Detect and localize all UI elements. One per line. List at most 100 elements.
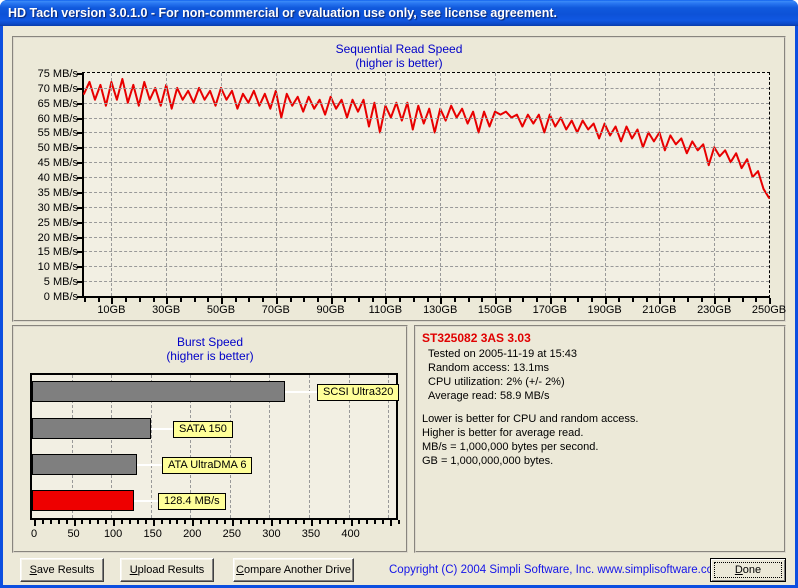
x-tick-mark [73,520,76,526]
y-tick-label: 25 MB/s [37,216,78,229]
x-tick-label: 150GB [477,304,513,316]
x-tick-mark [248,298,251,302]
y-tick-label: 30 MB/s [37,201,78,214]
x-tick-label: 50 [67,528,80,540]
x-tick-mark [289,298,292,302]
x-tick-mark [168,520,171,524]
h-gridline [84,206,769,208]
x-tick-mark [136,520,139,524]
y-tick-label: 35 MB/s [37,186,78,199]
x-tick-label: 150 [143,528,162,540]
title-bar[interactable]: HD Tach version 3.0.1.0 - For non-commer… [0,0,798,26]
x-tick-mark [65,520,68,524]
callout-connector [285,391,317,393]
x-tick-mark [97,520,100,524]
burst-bar [32,418,151,439]
sequential-read-chart [82,72,770,298]
upload-results-button[interactable]: Upload Results [120,558,214,582]
h-gridline [84,236,769,238]
y-tick-label: 20 MB/s [37,231,78,244]
x-tick-label: 100 [103,528,123,540]
x-tick-mark [223,520,226,524]
x-tick-mark [192,520,195,526]
x-tick-label: 110GB [368,304,403,316]
y-tick-label: 45 MB/s [37,157,78,170]
x-tick-mark [727,298,730,302]
h-gridline [84,117,769,119]
h-gridline [84,102,769,104]
x-tick-mark [262,298,265,302]
window-title: HD Tach version 3.0.1.0 - For non-commer… [8,6,558,20]
note-line: Lower is better for CPU and random acces… [422,413,639,425]
save-results-button[interactable]: Save Results [20,558,104,582]
x-tick-mark [741,298,744,302]
burst-chart-title: Burst Speed [176,335,244,349]
x-tick-mark [208,520,211,524]
x-tick-mark [632,298,634,302]
x-tick-mark [645,298,648,302]
v-gridline [495,73,496,296]
x-tick-mark [673,298,676,302]
x-tick-mark [128,520,131,524]
y-tick-label: 60 MB/s [37,112,78,125]
x-tick-mark [310,520,313,526]
x-tick-mark [536,298,539,302]
stat-line: CPU utilization: 2% (+/- 2%) [428,376,565,388]
burst-x-axis-labels: 0 50 100 150 200 250 300 350 400 [31,528,400,542]
x-tick-mark [184,520,187,524]
x-tick-label: 70GB [261,304,290,316]
x-tick-mark [138,298,141,302]
x-tick-mark [160,520,163,524]
burst-speed-panel: Burst Speed (higher is better) SCSI Ultr… [12,325,408,553]
bar-label: SATA 150 [173,421,233,438]
x-tick-label: 170GB [532,304,567,316]
x-tick-mark [84,298,86,302]
x-tick-mark [398,520,400,524]
x-tick-mark [216,520,218,524]
x-tick-mark [399,298,402,302]
x-tick-mark [522,298,525,302]
y-tick-label: 50 MB/s [37,142,78,155]
x-tick-mark [279,520,282,524]
x-tick-label: 250GB [751,304,787,316]
burst-speed-chart: SCSI Ultra320 SATA 150 ATA UltraDMA 6 128.4… [30,373,400,520]
x-tick-mark [686,298,689,302]
x-tick-label: 350 [301,528,321,540]
client-area: Sequential Read Speed (higher is better)… [3,26,795,585]
x-tick-mark [287,520,290,524]
h-gridline [84,177,769,179]
seq-chart-title: Sequential Read Speed [335,42,463,56]
x-tick-mark [453,298,456,302]
x-tick-mark [590,298,593,302]
callout-connector [133,500,158,502]
x-tick-mark [263,520,266,524]
seq-chart-subtitle: (higher is better) [355,56,443,70]
note-line: GB = 1,000,000,000 bytes. [422,455,554,467]
x-tick-mark [239,520,242,524]
x-tick-label: 50GB [206,304,236,316]
x-tick-mark [34,520,36,526]
h-gridline [84,147,769,149]
x-tick-label: 90GB [316,304,345,316]
x-tick-mark [342,520,345,524]
done-button[interactable]: Done [710,558,786,582]
x-tick-mark [412,298,415,302]
y-tick-label: 75 MB/s [37,68,78,80]
x-tick-mark [89,520,92,524]
x-tick-mark [97,298,100,302]
note-line: Higher is better for average read. [422,427,584,439]
h-gridline [84,251,769,253]
x-tick-mark [371,298,374,302]
burst-bar [32,381,286,402]
v-gridline [275,73,277,296]
x-tick-mark [303,298,306,302]
x-tick-mark [179,298,182,302]
stat-line: Tested on 2005-11-19 at 15:43 [428,348,578,360]
compare-another-drive-button[interactable]: Compare Another Drive [233,558,354,582]
x-tick-mark [508,298,511,302]
x-tick-mark [271,520,274,526]
x-tick-mark [144,520,147,524]
x-tick-mark [358,520,361,524]
y-tick-label: 5 MB/s [43,276,78,289]
x-tick-mark [152,298,155,302]
